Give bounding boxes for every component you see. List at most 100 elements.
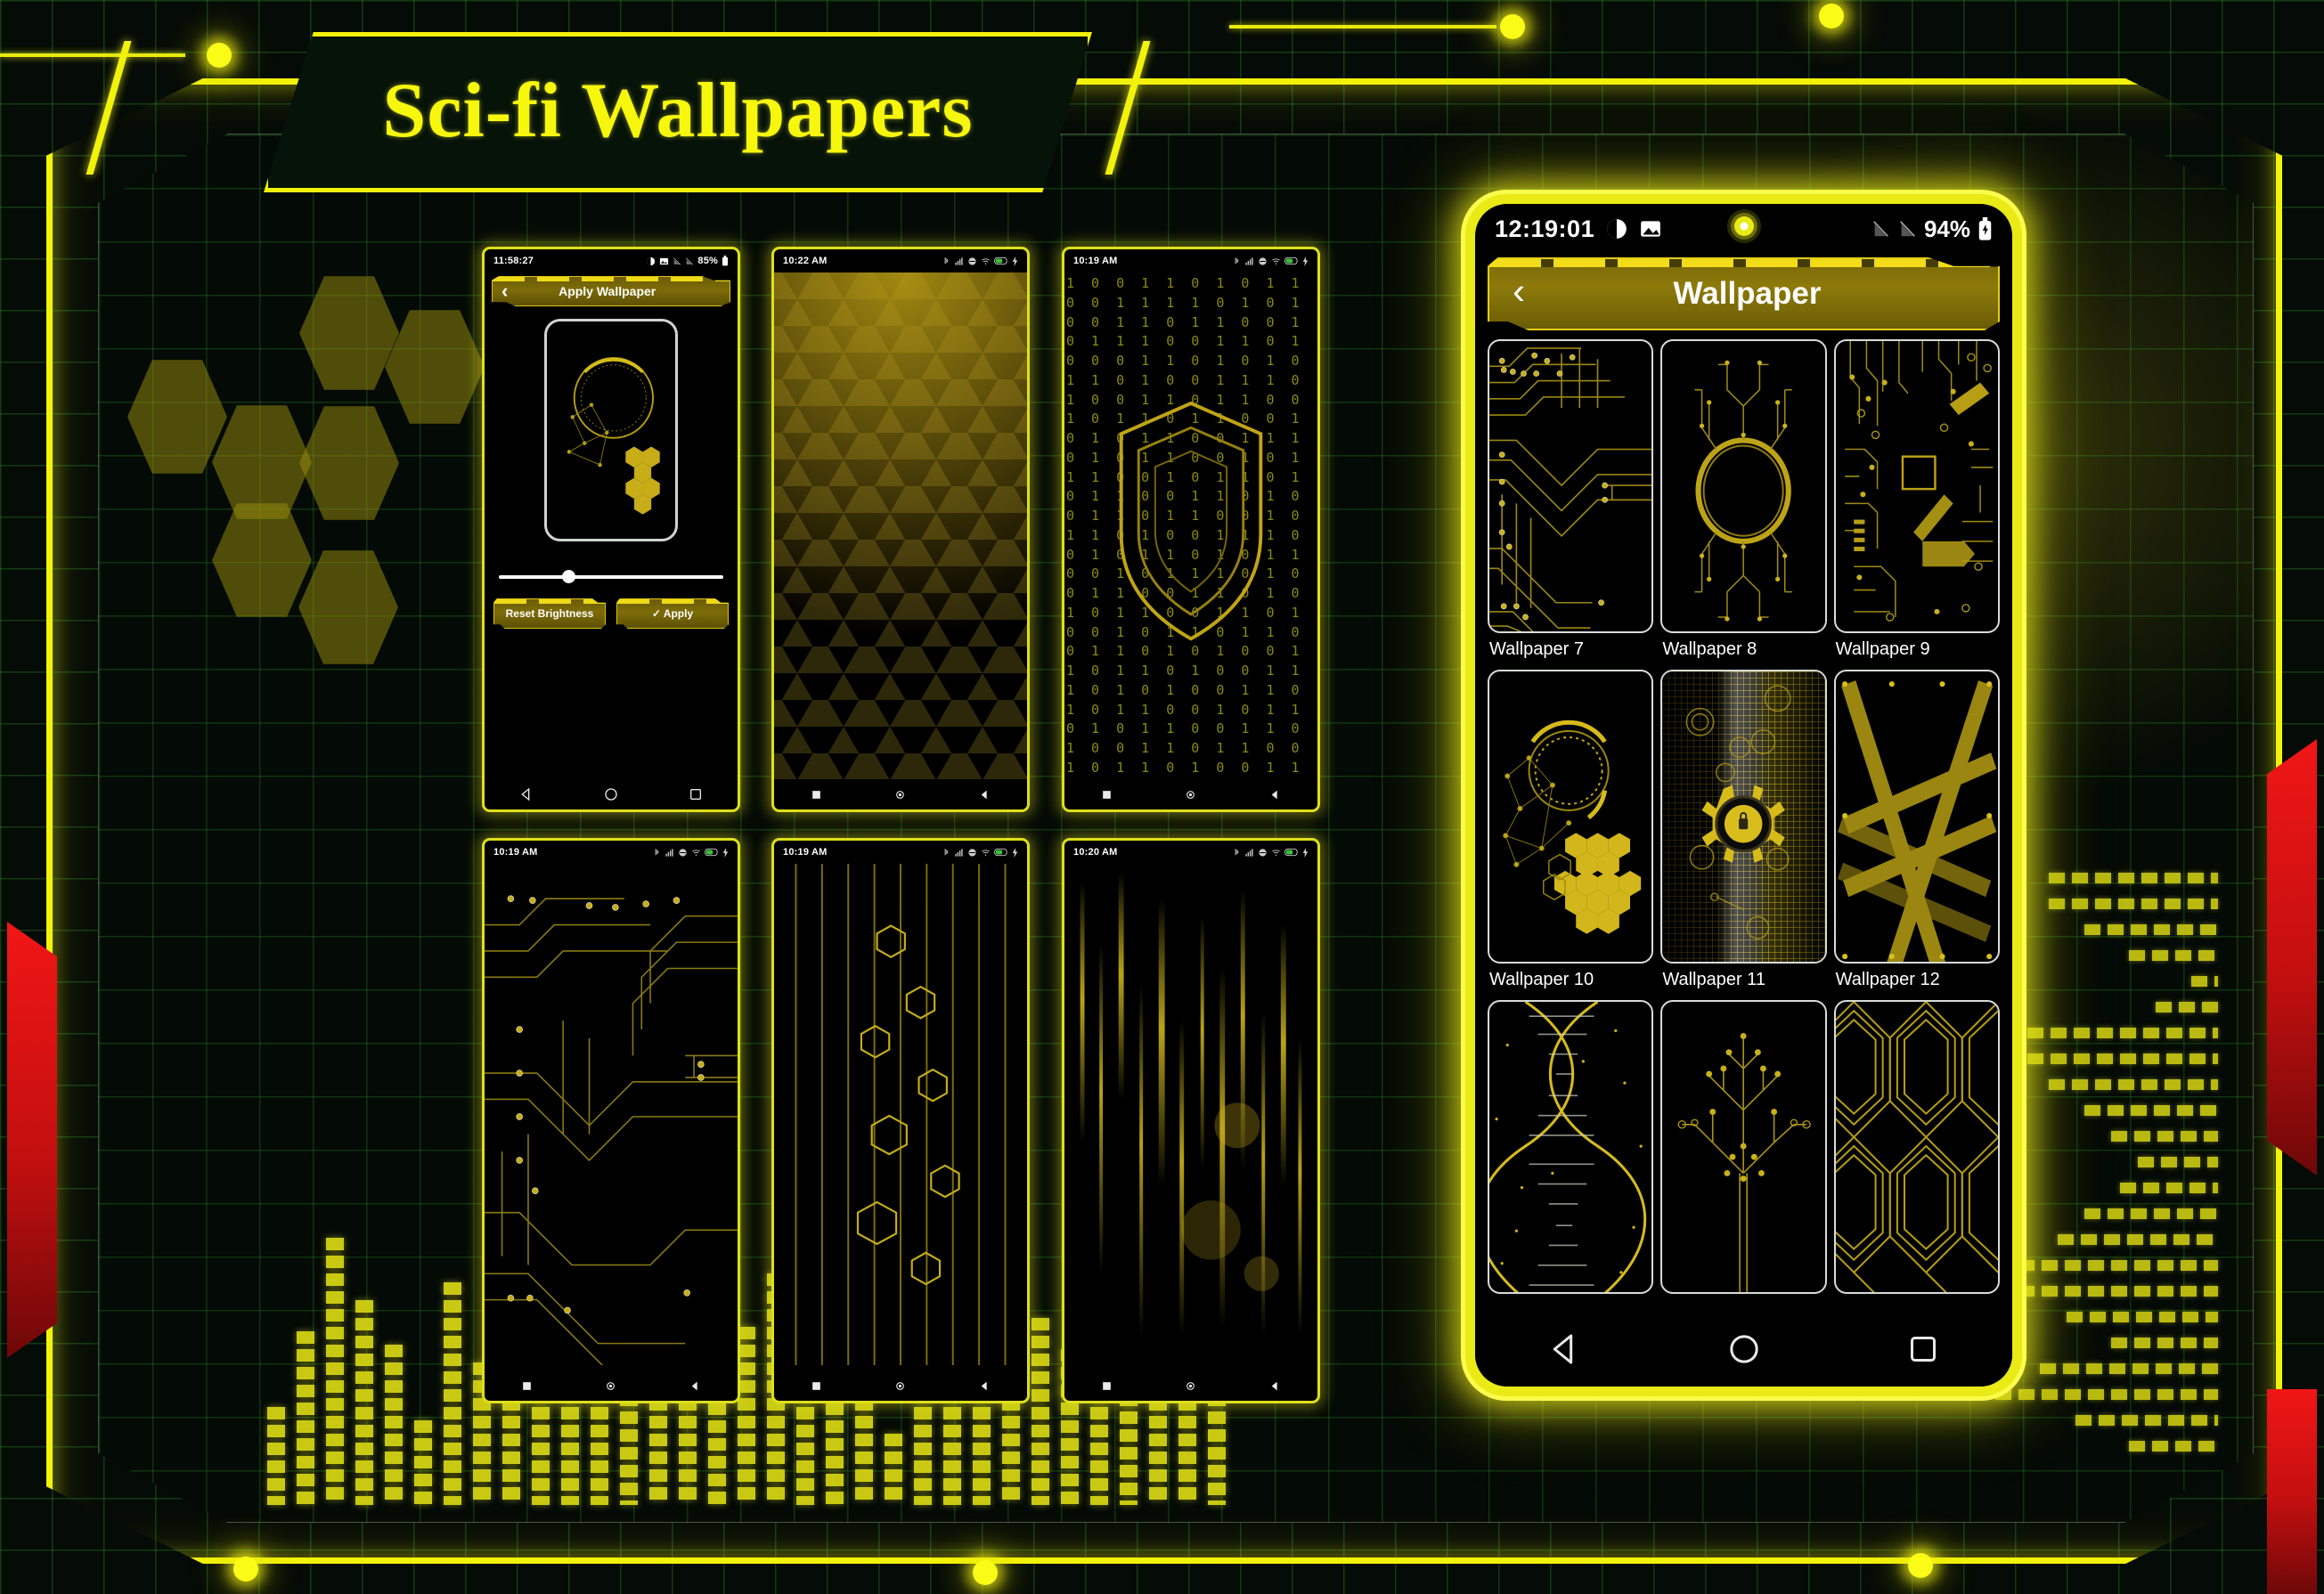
phone-mockup-hex-gradient[interactable]: 10:22 AM [771, 247, 1030, 812]
appbar-dash-decor [1489, 259, 1998, 267]
brightness-slider[interactable] [499, 570, 723, 583]
data-icon [968, 848, 976, 857]
status-bar: 11:58:27 85% [485, 249, 738, 272]
battery-icon [994, 848, 1007, 857]
wifi-icon [1272, 849, 1280, 856]
connector-line [1229, 25, 1496, 28]
wallpaper-art-hex-maze [1835, 1002, 1998, 1292]
status-right: 94% [1871, 216, 1993, 243]
wifi-icon [692, 849, 700, 856]
recents-icon [811, 1381, 820, 1390]
wallpaper-item[interactable]: Wallpaper 11 [1660, 670, 1827, 995]
apply-button[interactable]: ✓ Apply [616, 598, 729, 629]
wallpaper-thumbnail[interactable] [1660, 670, 1827, 964]
promo-graphic: Sci-fi Wallpapers 11:58:27 85% ‹ Apply W… [0, 0, 2324, 1594]
button-dash-decor [494, 599, 605, 604]
home-icon [605, 788, 617, 801]
app-bar-title: Apply Wallpaper [559, 284, 656, 298]
wallpaper-item[interactable]: Wallpaper 9 [1833, 339, 2000, 664]
battery-icon [722, 256, 728, 266]
android-navbar[interactable] [774, 1370, 1027, 1401]
wallpaper-art-hex-gradient [774, 272, 1027, 779]
data-icon [679, 848, 687, 857]
image-icon [1641, 221, 1660, 237]
phone-mockup-wallpaper-gallery[interactable]: 12:19:01 94% ‹ Wallpaper Wallpaper 7 Wal… [1465, 194, 2022, 1396]
bluetooth-icon [655, 848, 659, 855]
wallpaper-label: Wallpaper 9 [1835, 639, 1930, 659]
wallpaper-thumbnail[interactable] [1488, 1000, 1654, 1294]
back-icon [1553, 1334, 1572, 1364]
back-icon [691, 1381, 697, 1390]
battery-icon [705, 848, 718, 857]
wallpaper-art-light-streaks [1080, 872, 1302, 1335]
wallpaper-thumbnail[interactable] [1488, 339, 1654, 633]
dnd-icon [647, 256, 656, 265]
wallpaper-thumbnail[interactable] [1488, 670, 1654, 964]
bluetooth-icon [944, 256, 949, 264]
title-banner: Sci-fi Wallpapers [264, 32, 1092, 192]
connector-node [1500, 14, 1525, 39]
status-time: 12:19:01 [1495, 215, 1595, 242]
connector-node [207, 43, 232, 68]
red-accent-left [7, 922, 57, 1358]
wallpaper-label: Wallpaper 10 [1489, 970, 1594, 989]
recents-icon [522, 1381, 531, 1390]
phone-screen [774, 272, 1027, 779]
android-navbar[interactable] [485, 1370, 738, 1401]
wallpaper-label: Wallpaper 7 [1489, 639, 1584, 659]
wallpaper-item[interactable] [1833, 1000, 2000, 1305]
image-icon [660, 257, 669, 264]
phone-screen: 1 0 0 1 1 0 1 0 1 1 0 0 1 1 1 1 0 1 0 1 … [1064, 272, 1317, 779]
status-time: 10:19 AM [783, 847, 828, 858]
phone-mockup-light-streaks[interactable]: 10:20 AM [1062, 838, 1320, 1403]
wallpaper-thumbnail[interactable] [1833, 339, 2000, 633]
reset-brightness-button[interactable]: Reset Brightness [493, 598, 606, 629]
home-icon [607, 1381, 616, 1390]
back-icon [981, 1381, 987, 1390]
wallpaper-grid: Wallpaper 7 Wallpaper 8 Wallpaper 9 Wall… [1475, 330, 2012, 1312]
reset-brightness-label: Reset Brightness [505, 607, 594, 620]
wallpaper-art-dna-helix [1489, 1002, 1647, 1292]
wallpaper-item[interactable]: Wallpaper 8 [1660, 339, 1827, 664]
battery-icon [994, 256, 1007, 265]
wallpaper-preview-frame [544, 319, 678, 541]
wallpaper-item[interactable]: Wallpaper 10 [1488, 670, 1654, 995]
wallpaper-thumbnail[interactable] [1660, 339, 1827, 633]
connector-node [973, 1560, 998, 1585]
back-icon [1271, 790, 1277, 799]
back-icon [521, 787, 530, 801]
android-navbar[interactable] [485, 779, 738, 809]
wallpaper-thumbnail[interactable] [1833, 670, 2000, 964]
wifi-icon [982, 849, 990, 856]
phone-mockup-apply-wallpaper[interactable]: 11:58:27 85% ‹ Apply Wallpaper Reset Bri… [482, 247, 740, 812]
gear-lock-icon [1685, 685, 1791, 939]
signal-icon [1245, 848, 1253, 857]
status-time: 10:19 AM [1073, 256, 1118, 266]
wallpaper-thumbnail[interactable] [1833, 1000, 2000, 1294]
android-navbar[interactable] [1064, 779, 1317, 809]
slider-thumb[interactable] [561, 570, 575, 583]
shield-overlay-icon [1119, 401, 1263, 641]
android-navbar[interactable] [1064, 1370, 1317, 1401]
wallpaper-art-circuit-traces [485, 895, 738, 1366]
wallpaper-item[interactable]: Wallpaper 12 [1833, 670, 2000, 995]
wallpaper-thumbnail[interactable] [1660, 1000, 1827, 1294]
wallpaper-label [1660, 1294, 1826, 1305]
wallpaper-label: Wallpaper 8 [1662, 639, 1757, 659]
status-icons: 85% [646, 256, 729, 266]
phone-mockup-hex-bars[interactable]: 10:19 AM [771, 838, 1030, 1403]
status-bar: 10:22 AM [774, 249, 1027, 272]
wallpaper-item[interactable]: Wallpaper 7 [1488, 339, 1654, 664]
wallpaper-art-hex-bars [795, 864, 1007, 1366]
wifi-icon [1272, 257, 1280, 264]
wallpaper-item[interactable] [1660, 1000, 1827, 1305]
wallpaper-art-circuit-traces [1489, 347, 1652, 631]
phone-mockup-circuit-traces[interactable]: 10:19 AM [482, 838, 740, 1403]
android-navbar[interactable] [1475, 1312, 2012, 1387]
phone-mockup-binary-shield[interactable]: 10:19 AM 1 0 0 1 1 0 1 0 1 1 0 0 1 1 1 1… [1062, 247, 1320, 812]
android-navbar[interactable] [774, 779, 1027, 809]
wallpaper-item[interactable] [1488, 1000, 1654, 1305]
connector-node [1908, 1553, 1933, 1578]
wallpaper-label [1488, 1294, 1653, 1305]
battery-percent: 85% [697, 256, 718, 266]
